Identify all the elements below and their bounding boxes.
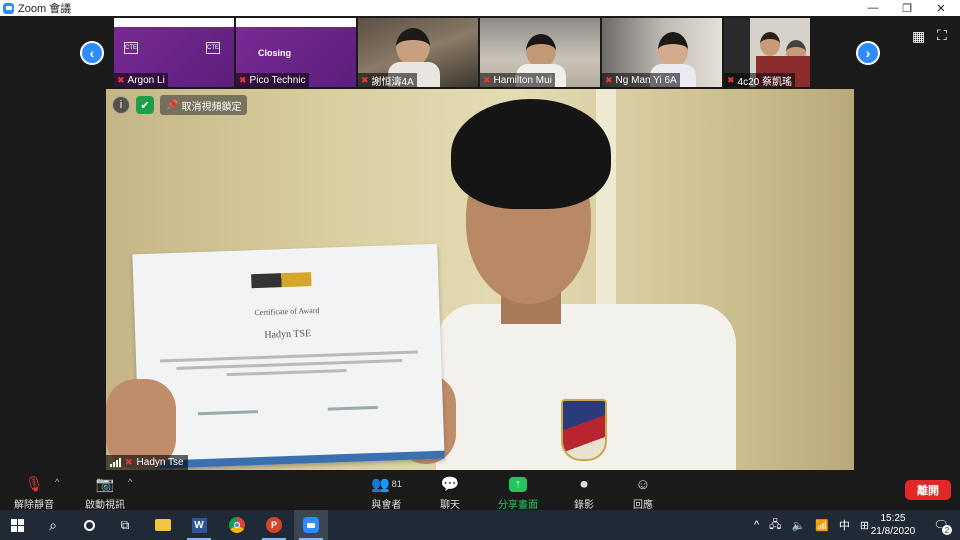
certificate-logo: [251, 272, 312, 289]
meeting-toolbar: 🎙 解除靜音 ^ 📷 啟動視訊 ^ 👥 81 與會者 💬 聊天 ↑ 分享畫面 ⏺ …: [0, 470, 960, 512]
leave-meeting-button[interactable]: 離開: [905, 480, 951, 500]
word-icon[interactable]: W: [182, 510, 216, 540]
volume-icon[interactable]: 🔈: [791, 519, 805, 532]
notification-count: 2: [942, 525, 952, 535]
task-view-icon[interactable]: ⧉: [108, 510, 142, 540]
participants-button[interactable]: 👥 81 與會者: [371, 474, 402, 511]
chrome-icon[interactable]: [220, 510, 254, 540]
window-title: Zoom 會議: [18, 3, 72, 15]
clock[interactable]: 15:25 21/8/2020: [866, 512, 920, 538]
audio-options-caret-icon[interactable]: ^: [55, 477, 59, 487]
ime-indicator[interactable]: 中: [839, 517, 850, 533]
cortana-icon[interactable]: [72, 510, 106, 540]
certificate-title: Certificate of Award: [254, 305, 320, 318]
share-screen-button[interactable]: ↑ 分享畫面: [498, 474, 538, 511]
restore-button[interactable]: ❐: [890, 0, 924, 16]
participant-name: ✖ 4c20 蔡凱瑤: [724, 73, 796, 87]
signal-strength-icon: [110, 458, 121, 467]
cte-logo: CTE: [206, 42, 220, 54]
zoom-window: Zoom 會議 — ❐ ✕ ‹ › CTE CTE ✖ Argon Li Clo…: [0, 0, 960, 512]
minimize-button[interactable]: —: [856, 0, 890, 16]
participant-tile[interactable]: ✖ Hamilton Mui: [480, 18, 600, 87]
participant-name: ✖ Pico Technic: [236, 73, 309, 87]
mic-muted-icon: ✖: [239, 74, 247, 85]
participant-tile[interactable]: ✖ Ng Man Yi 6A: [602, 18, 722, 87]
participant-tile[interactable]: ✖ 4c20 蔡凱瑤: [724, 18, 810, 87]
unpin-video-button[interactable]: 📌 取消視頻鎖定: [160, 95, 248, 115]
participant-name: ✖ 謝恒濤4A: [358, 73, 417, 87]
record-button[interactable]: ⏺ 錄影: [574, 474, 594, 512]
file-explorer-icon[interactable]: [146, 510, 180, 540]
meeting-info-icon[interactable]: i: [112, 96, 130, 114]
video-options-caret-icon[interactable]: ^: [128, 477, 132, 487]
unmute-button[interactable]: 🎙 解除靜音: [14, 474, 54, 511]
participant-name: ✖ Hamilton Mui: [480, 73, 555, 87]
clock-time: 15:25: [880, 513, 906, 524]
participant-tile[interactable]: Closing ✖ Pico Technic: [236, 18, 356, 87]
video-off-icon: 📷: [95, 476, 115, 493]
mic-muted-icon: 🎙: [24, 476, 44, 493]
zoom-taskbar-icon[interactable]: [294, 510, 328, 540]
chat-icon: 💬: [440, 476, 460, 493]
mic-muted-icon: ✖: [727, 74, 735, 85]
title-bar: Zoom 會議 — ❐ ✕: [0, 0, 960, 16]
mic-muted-icon: ✖: [605, 74, 613, 85]
windows-taskbar: ⌕ ⧉ W P ^ 🖧 🔈 📶 中 ⊞ 15:25 21/8/2020 🗨 2: [0, 510, 960, 540]
participants-count: 81: [391, 479, 402, 489]
reaction-icon: ☺: [635, 475, 651, 493]
certificate: Certificate of Award Hadyn TSE: [132, 243, 445, 470]
participant-name: ✖ Ng Man Yi 6A: [602, 73, 680, 87]
share-screen-icon: ↑: [509, 476, 527, 492]
chat-button[interactable]: 💬 聊天: [440, 474, 460, 511]
mic-muted-icon: ✖: [483, 74, 491, 85]
chevron-left-icon: ‹: [89, 45, 95, 61]
tray-overflow-icon[interactable]: ^: [754, 519, 759, 531]
start-video-button[interactable]: 📷 啟動視訊: [85, 474, 125, 511]
grid-view-icon[interactable]: ▦: [912, 28, 925, 45]
certificate-recipient: Hadyn TSE: [264, 328, 312, 341]
slide-text: Closing: [258, 48, 291, 58]
record-icon: ⏺: [580, 475, 588, 493]
gallery-next-button[interactable]: ›: [856, 41, 880, 65]
start-button[interactable]: [0, 510, 34, 540]
participant-name: ✖ Argon Li: [114, 73, 168, 87]
participant-tile[interactable]: CTE CTE ✖ Argon Li: [114, 18, 234, 87]
pin-icon: 📌: [166, 99, 179, 111]
zoom-app-icon: [3, 2, 14, 14]
clock-date: 21/8/2020: [870, 526, 916, 537]
mic-muted-icon: ✖: [117, 74, 125, 85]
gallery-prev-button[interactable]: ‹: [80, 41, 104, 65]
search-icon[interactable]: ⌕: [36, 510, 70, 540]
participants-icon: 👥: [371, 476, 390, 493]
cte-logo: CTE: [124, 42, 138, 54]
school-crest: [561, 399, 607, 461]
notifications-button[interactable]: 🗨 2: [924, 510, 958, 540]
powerpoint-icon[interactable]: P: [257, 510, 291, 540]
chevron-right-icon: ›: [865, 45, 871, 61]
shield-icon[interactable]: ✔: [136, 96, 154, 114]
mic-muted-icon: ✖: [361, 74, 369, 85]
active-speaker-video: Certificate of Award Hadyn TSE i ✔ 📌 取消視…: [106, 89, 854, 470]
network-icon[interactable]: 🖧: [769, 516, 781, 535]
participant-tile[interactable]: ✖ 謝恒濤4A: [358, 18, 478, 87]
speaker-name-tag: ✖ Hadyn Tse: [106, 455, 188, 470]
reactions-button[interactable]: ☺ 回應: [633, 474, 653, 512]
fullscreen-icon[interactable]: ⛶: [937, 27, 947, 44]
system-tray: ^ 🖧 🔈 📶 中 ⊞: [754, 510, 869, 540]
mic-muted-icon: ✖: [125, 457, 133, 467]
windows-logo-icon: [10, 518, 24, 532]
close-button[interactable]: ✕: [924, 0, 958, 16]
wifi-icon[interactable]: 📶: [815, 519, 829, 532]
